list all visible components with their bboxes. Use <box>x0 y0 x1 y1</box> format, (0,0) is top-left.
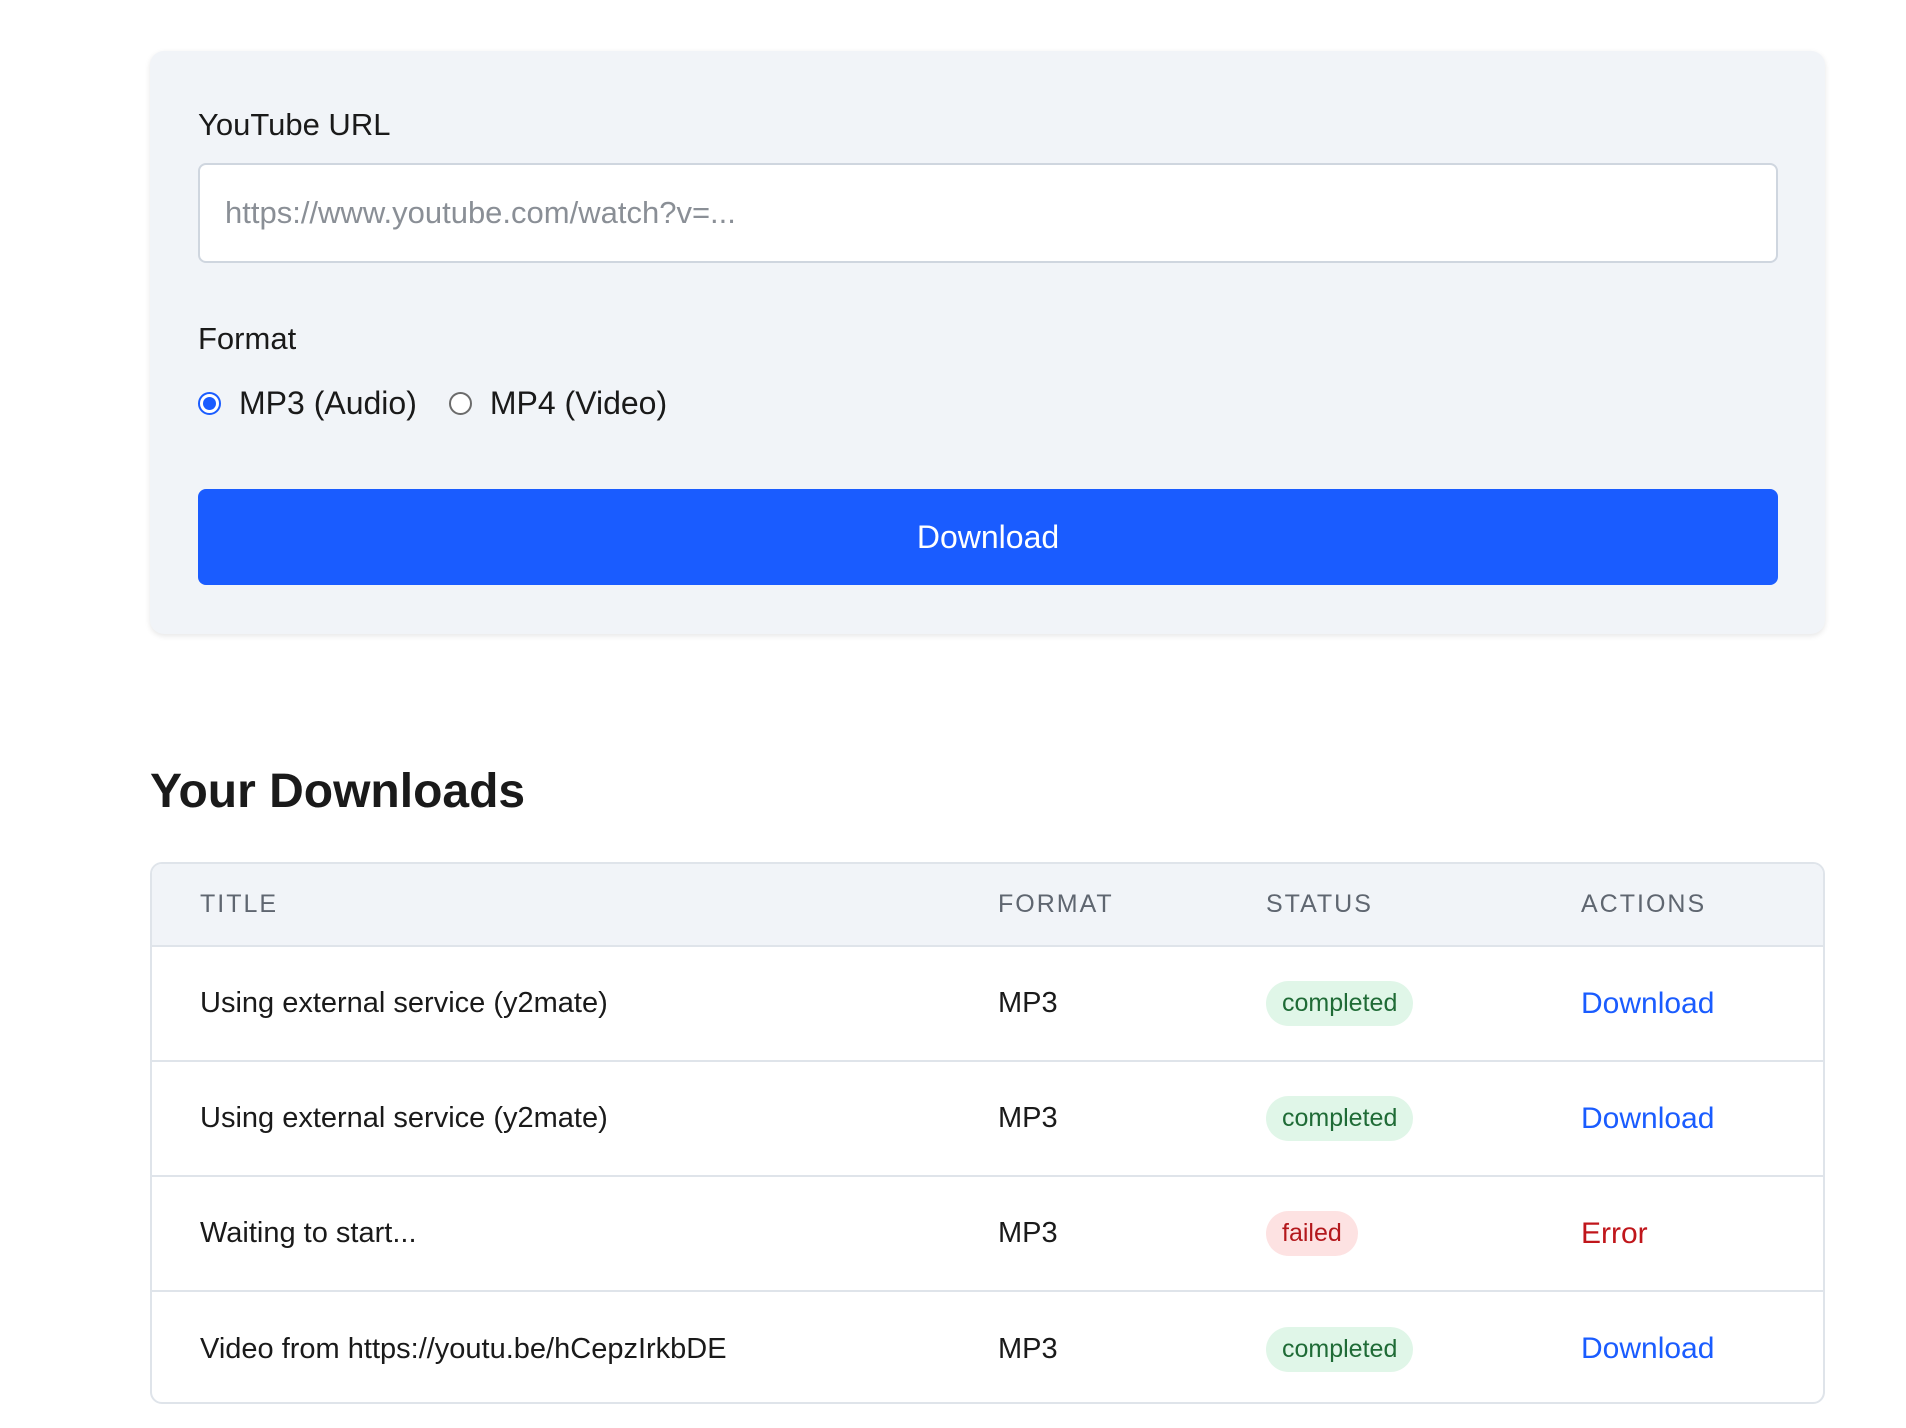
error-text: Error <box>1581 1216 1648 1250</box>
format-label: Format <box>198 321 297 356</box>
row-actions-cell: Error <box>1581 1176 1823 1291</box>
row-status-cell: completed <box>1266 1291 1581 1402</box>
row-format: MP3 <box>998 1217 1058 1249</box>
row-title: Using external service (y2mate) <box>200 987 608 1019</box>
row-format: MP3 <box>998 1332 1058 1365</box>
download-button[interactable]: Download <box>198 489 1778 585</box>
download-form-card: YouTube URL Format MP3 (Audio) MP4 (Vide… <box>150 51 1825 634</box>
row-actions-cell: Download <box>1581 1291 1823 1402</box>
radio-button-mp3[interactable] <box>198 391 221 415</box>
radio-button-mp4[interactable] <box>448 391 472 415</box>
format-option-mp4[interactable]: MP4 (Video) <box>448 384 668 422</box>
url-label: YouTube URL <box>198 107 391 142</box>
column-header-format: FORMAT <box>998 864 1266 947</box>
row-status-cell: completed <box>1266 946 1581 1061</box>
status-badge: completed <box>1266 1096 1414 1141</box>
row-title: Video from https://youtu.be/hCepzIrkbDE <box>200 1332 727 1365</box>
row-actions-cell: Download <box>1581 946 1823 1061</box>
column-header-actions: ACTIONS <box>1581 864 1823 947</box>
download-link[interactable]: Download <box>1581 1332 1714 1365</box>
row-format: MP3 <box>998 987 1058 1019</box>
status-badge: failed <box>1266 1211 1358 1256</box>
url-input[interactable] <box>198 163 1778 263</box>
row-title: Waiting to start... <box>200 1217 417 1249</box>
table-header-row: TITLE FORMAT STATUS ACTIONS <box>152 864 1823 947</box>
table-row: Using external service (y2mate) MP3 comp… <box>152 946 1823 1061</box>
downloads-table: TITLE FORMAT STATUS ACTIONS Using extern… <box>150 862 1825 1404</box>
download-link[interactable]: Download <box>1581 1102 1714 1135</box>
row-title: Using external service (y2mate) <box>200 1102 608 1134</box>
page: YouTube URL Format MP3 (Audio) MP4 (Vide… <box>0 0 1906 1428</box>
row-status-cell: completed <box>1266 1061 1581 1176</box>
column-header-title: TITLE <box>152 864 998 947</box>
downloads-heading: Your Downloads <box>150 765 526 818</box>
format-option-label: MP3 (Audio) <box>239 384 417 421</box>
row-format: MP3 <box>998 1102 1058 1134</box>
table-row: Waiting to start... MP3 failed Error <box>152 1176 1823 1291</box>
column-header-status: STATUS <box>1266 864 1581 947</box>
table-row: Video from https://youtu.be/hCepzIrkbDE … <box>152 1291 1823 1402</box>
format-radio-group: MP3 (Audio) MP4 (Video) <box>198 381 699 425</box>
download-link[interactable]: Download <box>1581 987 1714 1020</box>
row-status-cell: failed <box>1266 1176 1581 1291</box>
format-option-mp3[interactable]: MP3 (Audio) <box>198 385 417 422</box>
status-badge: completed <box>1266 981 1414 1026</box>
table-row: Using external service (y2mate) MP3 comp… <box>152 1061 1823 1176</box>
row-actions-cell: Download <box>1581 1061 1823 1176</box>
status-badge: completed <box>1266 1326 1414 1372</box>
format-option-label: MP4 (Video) <box>489 384 668 421</box>
